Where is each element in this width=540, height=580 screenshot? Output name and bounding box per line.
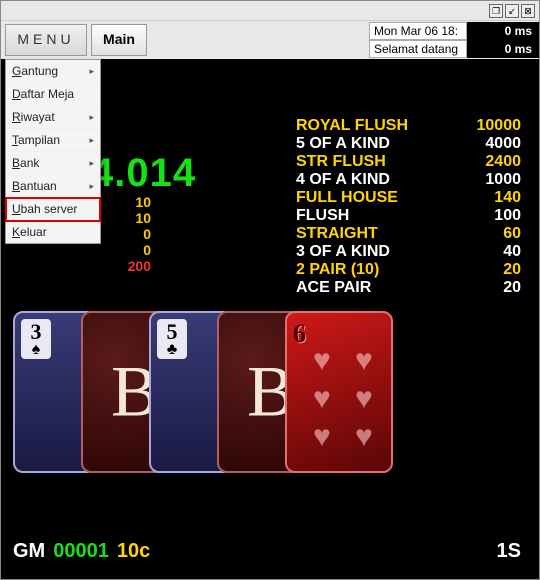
hand-payout: 20 [503,261,521,279]
paytable-row: FLUSH 100 [296,207,521,225]
hand-payout: 60 [503,225,521,243]
status-row-time: Mon Mar 06 18: 0 ms [369,22,539,40]
menu-item-riwayat[interactable]: Riwayat ▸ [6,106,100,129]
hand-name: 4 OF A KIND [296,171,390,189]
counter-3: 0 [101,226,151,242]
submenu-arrow-icon: ▸ [89,112,94,123]
menu-item-label: Daftar Meja [12,87,74,101]
hand-name: ROYAL FLUSH [296,117,408,135]
hand-payout: 4000 [485,135,521,153]
paytable-row: 2 PAIR (10) 20 [296,261,521,279]
submenu-arrow-icon: ▸ [89,158,94,169]
card-corner: 6 [293,319,306,349]
menu-item-tampilan[interactable]: Tampilan ▸ [6,129,100,152]
toolbar: MENU Main Mon Mar 06 18: 0 ms Selamat da… [1,21,539,59]
menu-item-label: Riwayat [12,110,55,124]
close-icon[interactable]: ⊠ [521,4,535,18]
menu-item-label: Bantuan [12,179,57,193]
card-pips: ♥♥♥♥♥♥ [313,349,383,457]
playing-card[interactable]: 6♥♥♥♥♥♥ [285,311,393,473]
title-bar: ❐ ↙ ⊠ [1,1,539,21]
menu-item-daftar-meja[interactable]: Daftar Meja [6,83,100,106]
menu-item-keluar[interactable]: Keluar [6,221,100,243]
hand-payout: 140 [494,189,521,207]
gm-label: GM [13,540,45,563]
counter-1: 10 [101,194,151,210]
menu-item-label: Ubah server [12,202,77,216]
paytable-row: 5 OF A KIND 4000 [296,135,521,153]
menu-dropdown: Gantung▸Daftar MejaRiwayat▸Tampilan▸Bank… [5,59,101,244]
menu-item-bank[interactable]: Bank ▸ [6,152,100,175]
minimize-icon[interactable]: ↙ [505,4,519,18]
hand-name: STRAIGHT [296,225,378,243]
status-time-value: 0 ms [467,22,539,40]
menu-item-ubah-server[interactable]: Ubah server [6,198,100,221]
balance-display: 4.014 [91,151,196,196]
menu-item-label: Bank [12,156,39,170]
submenu-arrow-icon: ▸ [89,181,94,192]
hand-payout: 100 [494,207,521,225]
submenu-arrow-icon: ▸ [89,135,94,146]
counter-red: 200 [101,258,151,274]
status-welcome-value: 0 ms [467,40,539,58]
footer-bar: GM 00001 10c 1S [13,540,521,563]
hand-name: 2 PAIR (10) [296,261,379,279]
side-counters: 10 10 0 0 200 [101,194,151,274]
paytable-row: FULL HOUSE 140 [296,189,521,207]
hand-payout: 20 [503,279,521,297]
menu-item-label: Tampilan [12,133,60,147]
hand-name: ACE PAIR [296,279,371,297]
status-welcome-label: Selamat datang [369,40,467,58]
paytable-row: 3 OF A KIND 40 [296,243,521,261]
paytable-row: STR FLUSH 2400 [296,153,521,171]
status-time-label: Mon Mar 06 18: [369,22,467,40]
hand-name: FLUSH [296,207,349,225]
hand-name: 5 OF A KIND [296,135,390,153]
menu-button[interactable]: MENU [5,24,87,56]
game-id: 00001 [53,540,109,563]
counter-4: 0 [101,242,151,258]
hand-payout: 10000 [477,117,522,135]
card-corner: 3♠ [21,319,51,359]
hand-payout: 2400 [485,153,521,171]
menu-item-gantung[interactable]: Gantung ▸ [6,60,100,83]
main-button[interactable]: Main [91,24,147,56]
paytable-row: 4 OF A KIND 1000 [296,171,521,189]
restore-icon[interactable]: ❐ [489,4,503,18]
status-panel: Mon Mar 06 18: 0 ms Selamat datang 0 ms [369,21,539,59]
card-corner: 5♣ [157,319,187,359]
card-row: 3♠B5♣B6♥♥♥♥♥♥ [13,311,393,473]
paytable-row: ROYAL FLUSH 10000 [296,117,521,135]
counter-2: 10 [101,210,151,226]
app-window: ❐ ↙ ⊠ MENU Main Mon Mar 06 18: 0 ms Sela… [0,0,540,580]
hand-name: STR FLUSH [296,153,386,171]
submenu-arrow-icon: ▸ [89,66,94,77]
hand-name: 3 OF A KIND [296,243,390,261]
menu-item-label: Keluar [12,225,47,239]
paytable-row: ACE PAIR 20 [296,279,521,297]
hand-payout: 1000 [485,171,521,189]
hand-name: FULL HOUSE [296,189,398,207]
status-row-welcome: Selamat datang 0 ms [369,40,539,58]
menu-item-bantuan[interactable]: Bantuan ▸ [6,175,100,198]
hand-payout: 40 [503,243,521,261]
paytable: ROYAL FLUSH100005 OF A KIND4000STR FLUSH… [296,117,521,297]
bet-size: 10c [117,540,150,563]
paytable-row: STRAIGHT 60 [296,225,521,243]
menu-item-label: Gantung [12,64,58,78]
speed-label: 1S [497,540,521,563]
